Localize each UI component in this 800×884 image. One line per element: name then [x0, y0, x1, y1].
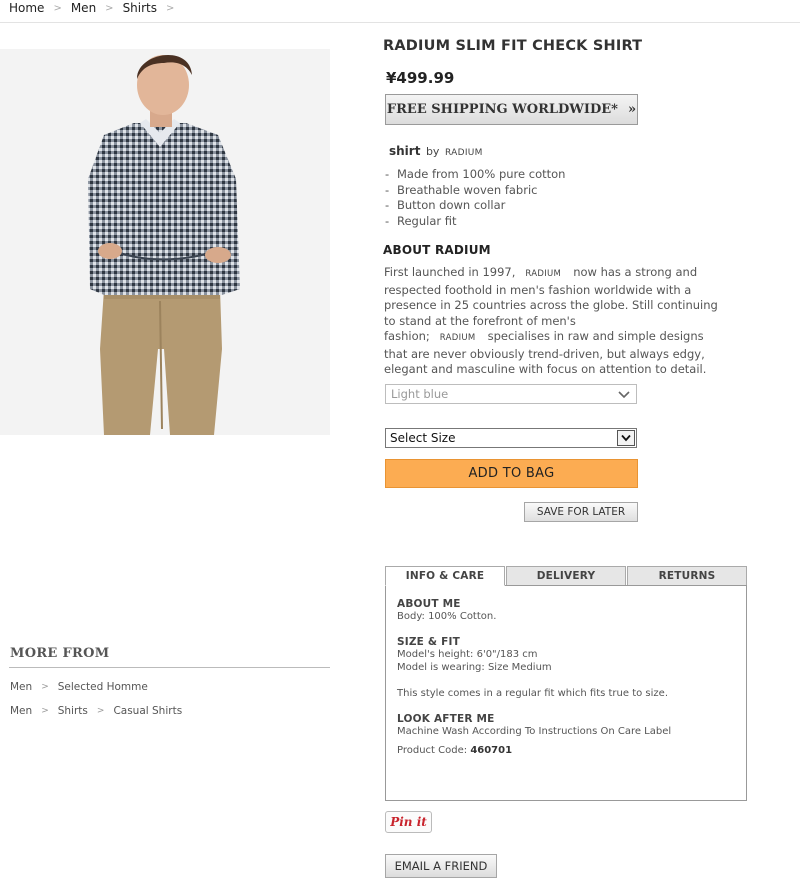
email-a-friend-button[interactable]: EMAIL A FRIEND: [385, 854, 497, 878]
product-code-value: 460701: [470, 745, 513, 756]
more-from-heading: MORE FROM: [10, 646, 110, 661]
save-for-later-button[interactable]: SAVE FOR LATER: [524, 502, 638, 522]
list-item: - Made from 100% pure cotton: [385, 167, 566, 181]
care-section: LOOK AFTER ME Machine Wash According To …: [397, 713, 735, 757]
chevron-right-icon: >: [105, 2, 114, 14]
product-image[interactable]: [0, 49, 330, 435]
about-me-section: ABOUT ME Body: 100% Cotton.: [397, 598, 735, 623]
link-casual-shirts[interactable]: Casual Shirts: [113, 705, 182, 717]
model-height: Model's height: 6'0"/183 cm: [397, 649, 538, 660]
breadcrumb-men[interactable]: Men: [71, 1, 96, 15]
feature-list: - Made from 100% pure cotton - Breathable …: [385, 167, 565, 229]
pin-it-button[interactable]: Pin it: [385, 811, 432, 833]
dropdown-button[interactable]: [617, 430, 635, 446]
product-info-tabs: INFO & CARE DELIVERY RETURNS ABOUT ME Bo…: [385, 566, 747, 801]
chevron-right-icon: >: [96, 706, 105, 716]
model-wearing: Model is wearing: Size Medium: [397, 662, 552, 673]
brand-by: by: [425, 145, 440, 158]
size-fit-section: SIZE & FIT Model's height: 6'0"/183 cm M…: [397, 636, 735, 674]
brand-name[interactable]: RADIUM: [445, 148, 483, 158]
size-select-value: Select Size: [390, 431, 456, 445]
chevron-right-icon: >: [166, 2, 175, 14]
about-brand-text: First launched in 1997, RADIUM now has a s…: [384, 265, 718, 376]
product-brand-line: shirt by RADIUM: [389, 144, 483, 158]
breadcrumb-shirts[interactable]: Shirts: [123, 1, 157, 15]
link-selected-homme[interactable]: Selected Homme: [58, 681, 148, 693]
link-men[interactable]: Men: [10, 705, 32, 717]
tab-panel-info-care: ABOUT ME Body: 100% Cotton. SIZE & FIT M…: [385, 585, 747, 801]
breadcrumb: Home > Men > Shirts >: [9, 0, 183, 16]
color-select-value: Light blue: [391, 387, 449, 401]
model-illustration: [88, 54, 240, 435]
chevron-right-icon: >: [53, 2, 62, 14]
tab-delivery[interactable]: DELIVERY: [506, 566, 626, 586]
product-title: RADIUM SLIM FIT CHECK SHIRT: [383, 38, 643, 54]
double-chevron-right-icon: »: [627, 102, 637, 117]
more-from-link-1: Men > Selected Homme: [10, 681, 148, 693]
header-divider: [0, 22, 800, 23]
chevron-down-icon: [621, 434, 631, 442]
size-fit-heading: SIZE & FIT: [397, 636, 460, 648]
brand-name: RADIUM: [525, 269, 562, 279]
breadcrumb-home[interactable]: Home: [9, 1, 44, 15]
fit-note-section: This style comes in a regular fit which …: [397, 687, 735, 700]
tab-returns[interactable]: RETURNS: [627, 566, 747, 586]
add-to-bag-button[interactable]: ADD TO BAG: [385, 459, 638, 488]
link-men[interactable]: Men: [10, 681, 32, 693]
product-code-label: Product Code:: [397, 745, 468, 756]
product-type: shirt: [389, 144, 421, 158]
list-item: - Regular fit: [385, 213, 457, 228]
tab-info-care[interactable]: INFO & CARE: [385, 566, 505, 586]
about-me-heading: ABOUT ME: [397, 598, 461, 610]
chevron-down-icon: [618, 391, 630, 399]
chevron-right-icon: >: [41, 706, 49, 716]
color-select[interactable]: Light blue: [385, 384, 637, 404]
more-from-divider: [9, 667, 330, 668]
care-heading: LOOK AFTER ME: [397, 713, 495, 725]
about-me-value: Body: 100% Cotton.: [397, 611, 497, 622]
product-price: ¥499.99: [386, 69, 455, 87]
more-from-link-2: Men > Shirts > Casual Shirts: [10, 705, 182, 717]
care-value: Machine Wash According To Instructions O…: [397, 726, 672, 737]
product-code: Product Code: 460701: [397, 744, 735, 757]
free-shipping-label: FREE SHIPPING WORLDWIDE*: [386, 102, 618, 117]
brand-name: RADIUM: [439, 333, 476, 343]
chevron-right-icon: >: [41, 682, 49, 692]
free-shipping-button[interactable]: FREE SHIPPING WORLDWIDE* »: [385, 94, 638, 125]
list-item: - Button down collar: [385, 198, 506, 212]
link-shirts[interactable]: Shirts: [58, 705, 88, 717]
size-select[interactable]: Select Size: [385, 428, 637, 448]
fit-note: This style comes in a regular fit which …: [397, 688, 669, 699]
about-brand-heading: ABOUT RADIUM: [383, 243, 491, 257]
list-item: - Breathable woven fabric: [385, 182, 538, 197]
